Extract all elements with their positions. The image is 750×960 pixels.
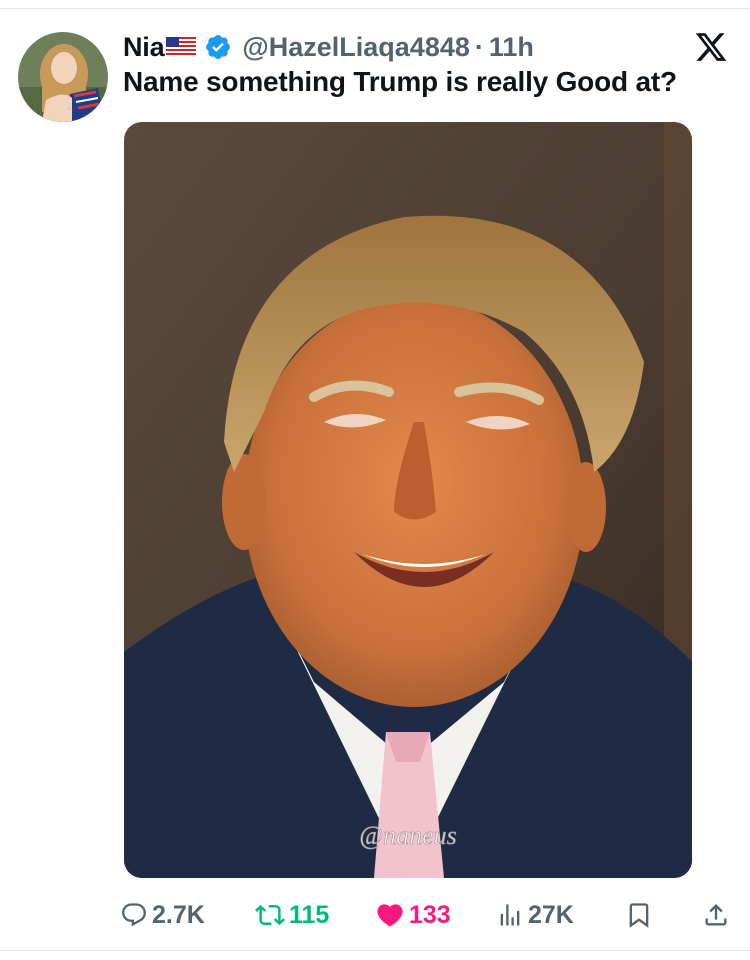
avatar-image xyxy=(18,32,108,122)
like-button[interactable]: 133 xyxy=(375,893,451,937)
author-name[interactable]: Nia xyxy=(123,32,165,63)
watermark: @naneus xyxy=(359,821,457,850)
avatar[interactable] xyxy=(18,32,108,122)
timestamp[interactable]: 11h xyxy=(489,32,534,63)
views-chart-icon xyxy=(496,901,524,929)
reply-icon xyxy=(120,901,148,929)
bottom-divider xyxy=(0,950,750,951)
share-icon xyxy=(702,901,730,929)
reply-count: 2.7K xyxy=(152,900,205,929)
top-divider xyxy=(0,8,750,9)
like-count: 133 xyxy=(409,900,451,929)
separator-dot: · xyxy=(474,31,484,62)
us-flag-icon xyxy=(166,37,197,57)
tweet-text: Name something Trump is really Good at? xyxy=(123,66,677,97)
bookmark-icon xyxy=(625,901,653,929)
photo-portrait: @naneus xyxy=(124,122,692,878)
bookmark-button[interactable] xyxy=(625,893,653,937)
retweet-icon xyxy=(255,900,285,930)
verified-badge-icon xyxy=(204,33,232,61)
author-handle[interactable]: @HazelLiaqa4848 xyxy=(242,32,469,63)
retweet-count: 115 xyxy=(289,900,330,929)
share-button[interactable] xyxy=(702,893,730,937)
tweet-header: Nia @HazelLiaqa4848 · 11h xyxy=(123,30,534,64)
views-count: 27K xyxy=(528,900,574,929)
x-logo-icon[interactable] xyxy=(693,30,729,64)
retweet-button[interactable]: 115 xyxy=(255,893,329,937)
heart-icon xyxy=(375,900,405,930)
tweet-actions: 2.7K 115 133 27K xyxy=(0,893,750,937)
tweet-media-image[interactable]: @naneus xyxy=(124,122,692,878)
reply-button[interactable]: 2.7K xyxy=(120,893,205,937)
views-button[interactable]: 27K xyxy=(496,893,574,937)
